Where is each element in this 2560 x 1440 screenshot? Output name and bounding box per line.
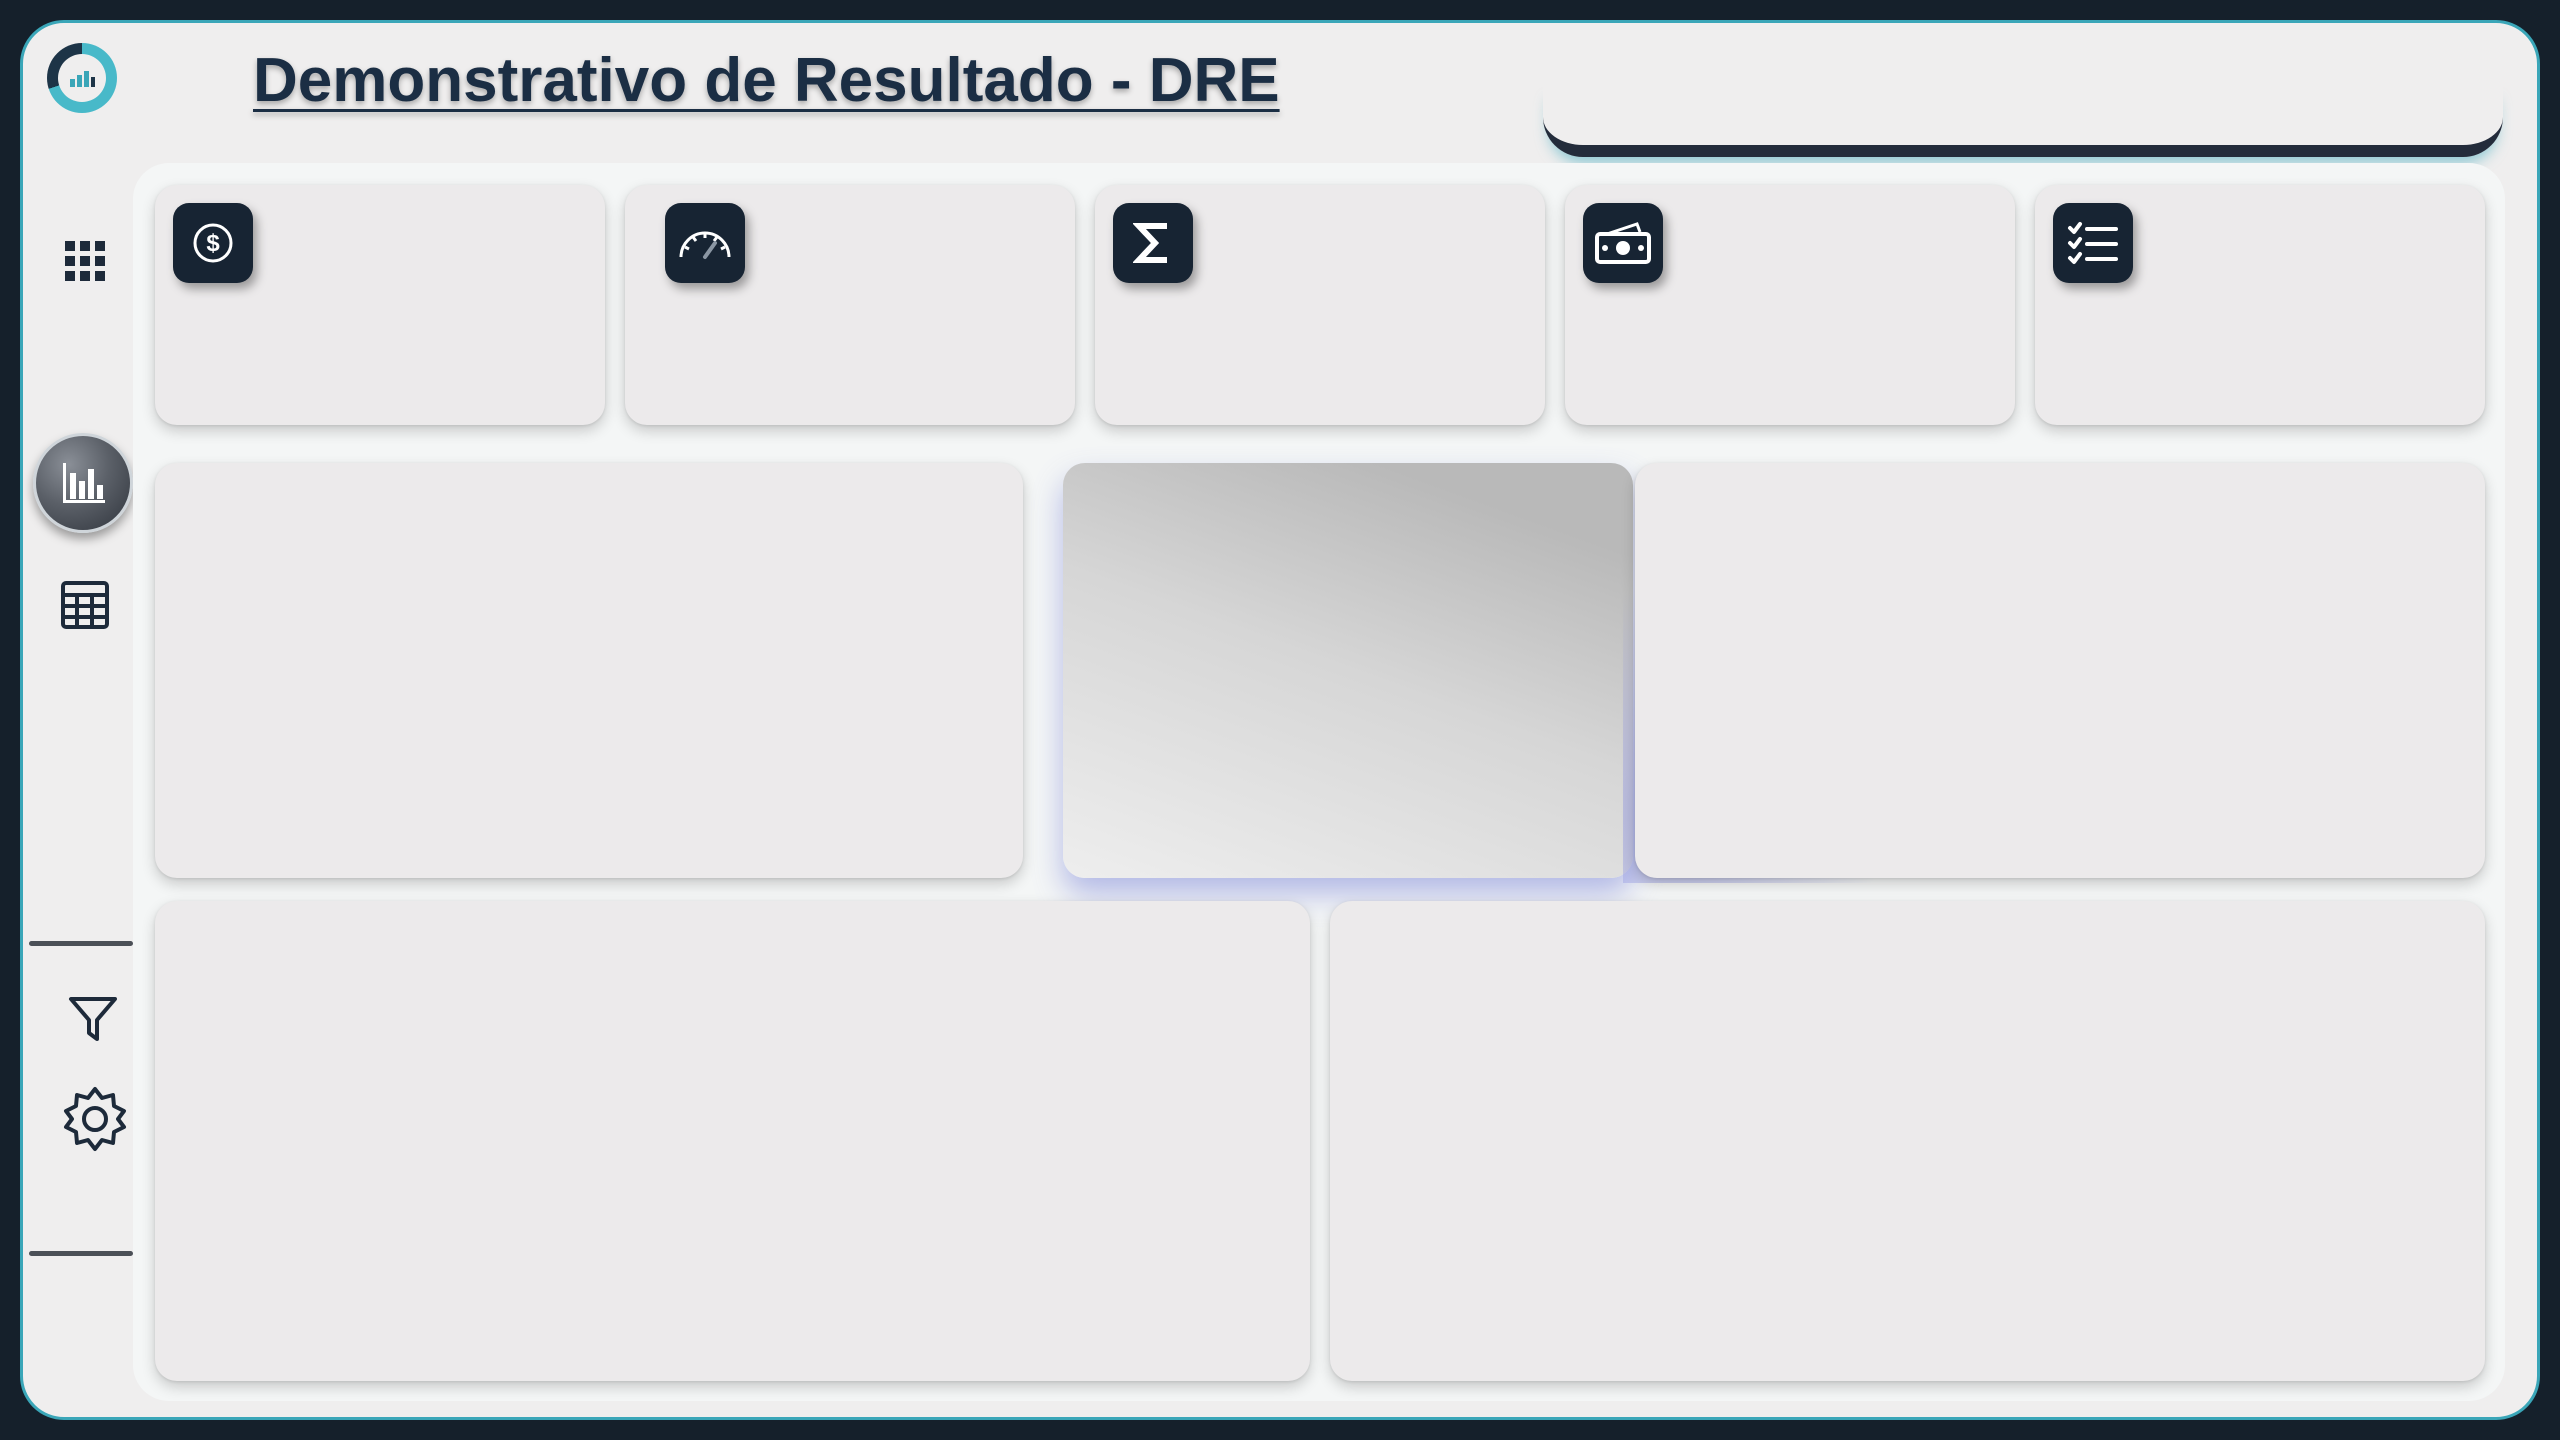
kpi-card-tasks (2035, 185, 2485, 425)
svg-text:$: $ (206, 230, 220, 257)
gear-icon (64, 1087, 126, 1151)
filter-icon (69, 997, 117, 1041)
header-bar (1543, 83, 2503, 157)
logo-chart-icon (70, 71, 95, 87)
sidebar-item-settings[interactable] (61, 1085, 129, 1153)
money-icon (1583, 203, 1663, 283)
kpi-card-revenue: $ (155, 185, 605, 425)
kpi-card-total (1095, 185, 1545, 425)
main-content: $ (133, 163, 2505, 1401)
chart-panel-right (1635, 463, 2485, 878)
chart-panel-center (1063, 463, 1633, 878)
grid-icon (65, 241, 105, 281)
kpi-card-cash (1565, 185, 2015, 425)
chart-panel-left (155, 463, 1023, 878)
speedometer-icon (665, 203, 745, 283)
sidebar-divider-bottom (29, 1251, 133, 1256)
sidebar-item-filter[interactable] (65, 991, 121, 1047)
page-title: Demonstrativo de Resultado - DRE (253, 46, 1280, 115)
kpi-card-performance (625, 185, 1075, 425)
bar-chart-icon (63, 463, 105, 503)
table-icon (61, 581, 109, 629)
sidebar-item-table[interactable] (53, 573, 117, 637)
app-frame: Demonstrativo de Resultado - DRE $ (20, 20, 2540, 1420)
logo (47, 43, 117, 113)
checklist-icon (2053, 203, 2133, 283)
sidebar-divider-top (29, 941, 133, 946)
sidebar-item-home[interactable] (55, 231, 115, 291)
sigma-icon (1113, 203, 1193, 283)
chart-panel-bottom-right (1330, 901, 2485, 1381)
chart-panel-bottom-left (155, 901, 1310, 1381)
dollar-circle-icon: $ (173, 203, 253, 283)
sidebar-item-charts[interactable] (33, 433, 133, 533)
